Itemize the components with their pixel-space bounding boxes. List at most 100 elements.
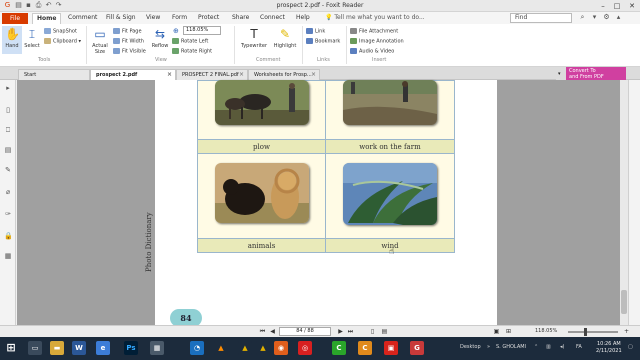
app-icon[interactable]: ▲	[238, 341, 252, 355]
page-number-input[interactable]: 84 / 88	[279, 327, 331, 336]
attachment-panel-icon[interactable]: ⌀	[4, 188, 12, 196]
audio-video-button[interactable]: Audio & Video	[350, 48, 394, 55]
tray-chevron-icon[interactable]: ⌃	[534, 344, 538, 350]
app-icon[interactable]: ▲	[256, 341, 270, 355]
menu-comment[interactable]: Comment	[68, 14, 97, 21]
tell-me-box[interactable]: 💡 Tell me what you want to do...	[325, 14, 425, 21]
next-page-icon[interactable]: ▶	[336, 327, 345, 336]
select-tool-button[interactable]: 𝙸 Select	[23, 27, 41, 49]
bookmark-button[interactable]: Bookmark	[306, 38, 340, 45]
continuous-view-icon[interactable]: ▤	[380, 327, 389, 336]
menu-home[interactable]: Home	[32, 13, 62, 24]
menu-form[interactable]: Form	[172, 14, 187, 21]
hand-tool-button[interactable]: ✋ Hand	[2, 26, 22, 54]
menu-view[interactable]: View	[146, 14, 160, 21]
zoom-slider-handle[interactable]	[584, 328, 587, 336]
firefox-icon[interactable]: ◉	[274, 341, 288, 355]
close-tab-icon[interactable]: ×	[167, 70, 172, 80]
notifications-icon[interactable]: ▢	[628, 344, 633, 350]
photoshop-icon[interactable]: Ps	[124, 341, 138, 355]
scrollbar-thumb[interactable]	[621, 290, 627, 314]
tools-group-label: Tools	[38, 57, 51, 63]
app-icon[interactable]: ▦	[150, 341, 164, 355]
menu-fill-sign[interactable]: Fill & Sign	[106, 14, 136, 21]
app-icon[interactable]: ▣	[384, 341, 398, 355]
tab-prospect-2[interactable]: prospect 2.pdf ×	[90, 69, 176, 80]
vlc-icon[interactable]: ▲	[214, 341, 228, 355]
app-icon[interactable]: ◎	[298, 341, 312, 355]
page-thumbnail-icon[interactable]: ▯	[4, 106, 12, 114]
desktop-toolbar-label[interactable]: Desktop	[460, 344, 481, 350]
file-menu[interactable]: File	[2, 13, 28, 24]
signature-panel-icon[interactable]: ✑	[4, 210, 12, 218]
expand-panel-icon[interactable]: ▸	[4, 84, 12, 92]
close-tab-icon[interactable]: ×	[311, 70, 316, 80]
windows-start-icon[interactable]: ⊞	[4, 341, 18, 355]
camtasia-icon[interactable]: C	[332, 341, 346, 355]
fit-visible-button[interactable]: Fit Visible	[113, 48, 146, 55]
image-annotation-button[interactable]: Image Annotation	[350, 38, 404, 45]
network-icon[interactable]: ▥	[546, 344, 551, 350]
zoom-in-icon[interactable]: +	[622, 327, 631, 336]
menu-share[interactable]: Share	[232, 14, 249, 21]
tab-start[interactable]: Start	[18, 69, 90, 80]
fit-page-button[interactable]: Fit Page	[113, 28, 142, 35]
vertical-scrollbar[interactable]	[620, 80, 628, 325]
tab-prospect-2-final[interactable]: PROSPECT 2 FINAL.pdf ×	[176, 69, 248, 80]
security-lock-icon[interactable]: 🔒	[4, 232, 13, 240]
rotate-left-button[interactable]: Rotate Left	[172, 38, 208, 45]
collapse-ribbon-icon[interactable]: ▴	[614, 13, 623, 22]
fit-view-icon[interactable]: ▣	[492, 327, 501, 336]
close-tab-icon[interactable]: ×	[239, 70, 244, 80]
content-panel-icon[interactable]: ▦	[4, 252, 12, 260]
menu-help[interactable]: Help	[296, 14, 310, 21]
bookmark-panel-icon[interactable]: ⎕	[4, 126, 12, 134]
menu-connect[interactable]: Connect	[260, 14, 285, 21]
page-view-icon[interactable]: ⊞	[504, 327, 513, 336]
menu-protect[interactable]: Protect	[198, 14, 219, 21]
tab-worksheets[interactable]: Worksheets for Prosp... ×	[248, 69, 320, 80]
wind-photo	[343, 163, 437, 225]
file-explorer-icon[interactable]: ▬	[50, 341, 64, 355]
hand-icon: ✋	[5, 27, 20, 41]
maximize-button[interactable]: □	[610, 0, 624, 12]
actual-size-button[interactable]: ▭ Actual Size	[89, 27, 111, 55]
foxit-reader-icon[interactable]: G	[410, 341, 424, 355]
link-button[interactable]: Link	[306, 28, 325, 35]
search-options-icon[interactable]: ▾	[590, 13, 599, 22]
settings-icon[interactable]: ⚙	[602, 13, 611, 22]
clipboard-button[interactable]: Clipboard ▾	[44, 38, 81, 45]
task-view-icon[interactable]: ▭	[28, 341, 42, 355]
find-input[interactable]: Find	[510, 13, 572, 23]
previous-page-icon[interactable]: ◀	[268, 327, 277, 336]
minimize-button[interactable]: –	[596, 0, 610, 12]
single-page-view-icon[interactable]: ▯	[368, 327, 377, 336]
language-icon[interactable]: FA	[576, 344, 582, 350]
zoom-level-input[interactable]: 118.05%	[183, 26, 221, 35]
fit-width-button[interactable]: Fit Width	[113, 38, 144, 45]
system-clock[interactable]: 10:26 AM 2/11/2021	[596, 341, 622, 355]
search-icon[interactable]: ⌕	[578, 13, 587, 22]
ribbon-divider	[86, 26, 87, 64]
tray-expand-icon[interactable]: »	[487, 344, 490, 350]
snapshot-button[interactable]: SnapShot	[44, 28, 77, 35]
convert-pdf-banner[interactable]: Convert To and From PDF	[566, 67, 626, 81]
last-page-icon[interactable]: ⏭	[346, 327, 355, 336]
word-icon[interactable]: W	[72, 341, 86, 355]
layers-icon[interactable]: ▤	[4, 146, 12, 154]
zoom-slider[interactable]	[568, 331, 618, 333]
rotate-right-button[interactable]: Rotate Right	[172, 48, 212, 55]
typewriter-button[interactable]: T Typewriter	[238, 27, 270, 49]
first-page-icon[interactable]: ⏮	[258, 327, 267, 336]
text-select-icon: 𝙸	[27, 27, 37, 41]
comments-panel-icon[interactable]: ✎	[4, 166, 12, 174]
volume-icon[interactable]: ◂)	[560, 344, 564, 350]
tab-list-icon[interactable]: ▾	[556, 69, 566, 80]
close-button[interactable]: ✕	[625, 0, 639, 12]
app-icon[interactable]: C	[358, 341, 372, 355]
app-icon[interactable]: ◔	[190, 341, 204, 355]
highlight-button[interactable]: ✎ Highlight	[272, 27, 298, 49]
file-attachment-button[interactable]: File Attachment	[350, 28, 398, 35]
reflow-button[interactable]: ⇆ Reflow	[150, 27, 170, 49]
edge-icon[interactable]: e	[96, 341, 110, 355]
